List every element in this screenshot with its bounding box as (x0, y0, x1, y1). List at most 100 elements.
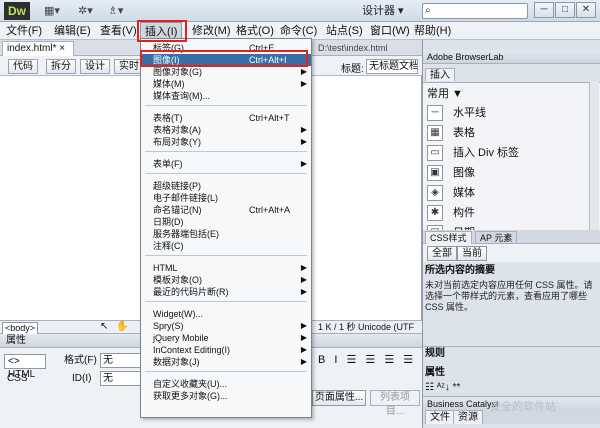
insert-menu-item[interactable]: Spry(S) ▶ (141, 320, 311, 332)
insert-menu-item[interactable]: 媒体(M) ▶ (141, 78, 311, 90)
insert-menu-item[interactable]: 命名锚记(N) Ctrl+Alt+A (141, 204, 311, 216)
insert-menu-item[interactable]: 最近的代码片断(R) ▶ (141, 286, 311, 298)
insert-menu-item[interactable]: 模板对象(O) ▶ (141, 274, 311, 286)
submenu-arrow-icon: ▶ (300, 357, 307, 366)
insert-item-label: 构件 (453, 207, 475, 219)
menu-item-label: 获取更多对象(G)... (153, 391, 228, 401)
rules-header[interactable]: 规则 (423, 346, 600, 360)
insert-menu-item[interactable]: 图像对象(G) ▶ (141, 66, 311, 78)
close-button[interactable]: ✕ (576, 2, 596, 18)
list-item-button[interactable]: 列表项目... (370, 390, 420, 417)
insert-menu-item[interactable]: 日期(D) (141, 216, 311, 228)
insert-menu-item[interactable]: 服务器端包括(E) (141, 228, 311, 240)
watermark: 安全的软件站 (490, 401, 556, 413)
tab-assets[interactable]: 资源 (453, 410, 483, 424)
insert-menu-item[interactable]: 布局对象(Y) ▶ (141, 136, 311, 148)
split-view-button[interactable]: 拆分 (46, 59, 76, 74)
insert-menu-item[interactable]: 获取更多对象(G)... (141, 390, 311, 402)
insert-menu-item[interactable]: Widget(W)... (141, 308, 311, 320)
browserlab-header[interactable]: Adobe BrowserLab (423, 50, 600, 64)
insert-item-hr[interactable]: ─ 水平线 (427, 103, 591, 123)
tab-css-styles[interactable]: CSS样式 (425, 231, 472, 244)
css-mode-bar: 全部 当前 (423, 244, 600, 262)
workspace-switcher[interactable]: 设计器 ▾ (362, 3, 418, 19)
category-select[interactable]: 常用 ▼ (427, 87, 463, 101)
insert-item-label: 表格 (453, 127, 475, 139)
insert-menu-item[interactable]: 表格对象(A) ▶ (141, 124, 311, 136)
maximize-button[interactable]: □ (555, 2, 575, 18)
attribute-view-icons[interactable]: ☷ ᴬᶻ↓ ** (425, 382, 460, 394)
menu-item-label: 图像对象(G) (153, 67, 202, 77)
insert-menu-item[interactable]: 数据对象(J) ▶ (141, 356, 311, 368)
insert-item-widget[interactable]: ✱ 构件 (427, 203, 591, 223)
search-icon: ⌕ (425, 5, 431, 16)
layout-icon[interactable]: ▦▾ (44, 4, 60, 18)
menu-item-label: 命名锚记(N) (153, 205, 202, 215)
html-mode-button[interactable]: <> HTML (4, 354, 46, 380)
design-view-button[interactable]: 设计 (80, 59, 110, 74)
menu-window[interactable]: 窗口(W) (366, 22, 414, 40)
insert-item-label: 水平线 (453, 107, 486, 119)
menu-item-shortcut: Ctrl+Alt+T (249, 113, 290, 123)
widget-icon: ✱ (427, 205, 443, 221)
insert-item-image[interactable]: ▣ 图像 (427, 163, 591, 183)
insert-menu-item[interactable]: 媒体查询(M)... (141, 90, 311, 102)
menu-item-label: 自定义收藏夹(U)... (153, 379, 227, 389)
title-bar: Dw ▦▾ ✲▾ ♗▾ 设计器 ▾ ⌕ ─ □ ✕ (0, 0, 600, 22)
insert-item-media[interactable]: ◈ 媒体 (427, 183, 591, 203)
css-mode-button[interactable]: CSS (4, 372, 46, 387)
insert-item-table[interactable]: ▦ 表格 (427, 123, 591, 143)
title-input[interactable]: 无标题文档 (366, 59, 418, 74)
submenu-arrow-icon: ▶ (300, 287, 307, 296)
tab-ap-elements[interactable]: AP 元素 (475, 231, 518, 244)
insert-menu-item[interactable]: 注释(C) (141, 240, 311, 252)
page-properties-button[interactable]: 页面属性... (312, 390, 366, 406)
menu-site[interactable]: 站点(S) (322, 22, 367, 40)
insert-panel-scrollbar[interactable] (589, 82, 599, 230)
menu-separator (145, 255, 307, 256)
right-panel: Adobe BrowserLab 插入 常用 ▼ ─ 水平线 ▦ 表格 ▭ 插入… (422, 40, 600, 428)
menu-item-label: 日期(D) (153, 217, 184, 227)
css-all-button[interactable]: 全部 (427, 246, 457, 261)
site-icon[interactable]: ♗▾ (108, 4, 123, 18)
submenu-arrow-icon: ▶ (300, 321, 307, 330)
attributes-header[interactable]: 属性 (423, 366, 600, 380)
pointer-icon[interactable]: ↖ (100, 321, 108, 332)
insert-menu-item[interactable]: 自定义收藏夹(U)... (141, 378, 311, 390)
insert-item-label: 媒体 (453, 187, 475, 199)
menu-help[interactable]: 帮助(H) (410, 22, 455, 40)
css-current-button[interactable]: 当前 (457, 246, 487, 261)
gear-icon[interactable]: ✲▾ (78, 4, 93, 18)
submenu-arrow-icon: ▶ (300, 159, 307, 168)
document-tab[interactable]: index.html* × (2, 41, 74, 56)
menu-item-label: Spry(S) (153, 321, 184, 331)
menu-edit[interactable]: 编辑(E) (50, 22, 95, 40)
menu-view[interactable]: 查看(V) (96, 22, 141, 40)
submenu-arrow-icon: ▶ (300, 263, 307, 272)
menu-item-label: 表单(F) (153, 159, 183, 169)
menu-file[interactable]: 文件(F) (2, 22, 46, 40)
status-info: 1 K / 1 秒 Unicode (UTF (318, 322, 415, 332)
code-view-button[interactable]: 代码 (8, 59, 38, 74)
text-format-icons[interactable]: B I ☰ ☰ ☰ ☰ (318, 353, 416, 366)
properties-title: 属性 (6, 335, 26, 346)
insert-item-div[interactable]: ▭ 插入 Div 标签 (427, 143, 591, 163)
insert-menu-item[interactable]: 电子邮件链接(L) (141, 192, 311, 204)
insert-menu-item[interactable]: 表单(F) ▶ (141, 158, 311, 170)
insert-menu-item[interactable]: 表格(T) Ctrl+Alt+T (141, 112, 311, 124)
menu-item-label: 电子邮件链接(L) (153, 193, 218, 203)
tab-files[interactable]: 文件 (425, 410, 455, 424)
insert-menu-item[interactable]: HTML ▶ (141, 262, 311, 274)
insert-menu-item[interactable]: InContext Editing(I) ▶ (141, 344, 311, 356)
menu-item-label: Widget(W)... (153, 309, 204, 319)
menu-separator (145, 301, 307, 302)
insert-item-label: 插入 Div 标签 (453, 147, 519, 159)
insert-panel-tab[interactable]: 插入 (425, 68, 455, 81)
insert-menu-item[interactable]: 超级链接(P) (141, 180, 311, 192)
insert-menu-item[interactable]: jQuery Mobile ▶ (141, 332, 311, 344)
menu-separator (145, 105, 307, 106)
minimize-button[interactable]: ─ (534, 2, 554, 18)
hand-icon[interactable]: ✋ (116, 321, 128, 332)
submenu-arrow-icon: ▶ (300, 125, 307, 134)
search-input[interactable]: ⌕ (422, 3, 528, 19)
